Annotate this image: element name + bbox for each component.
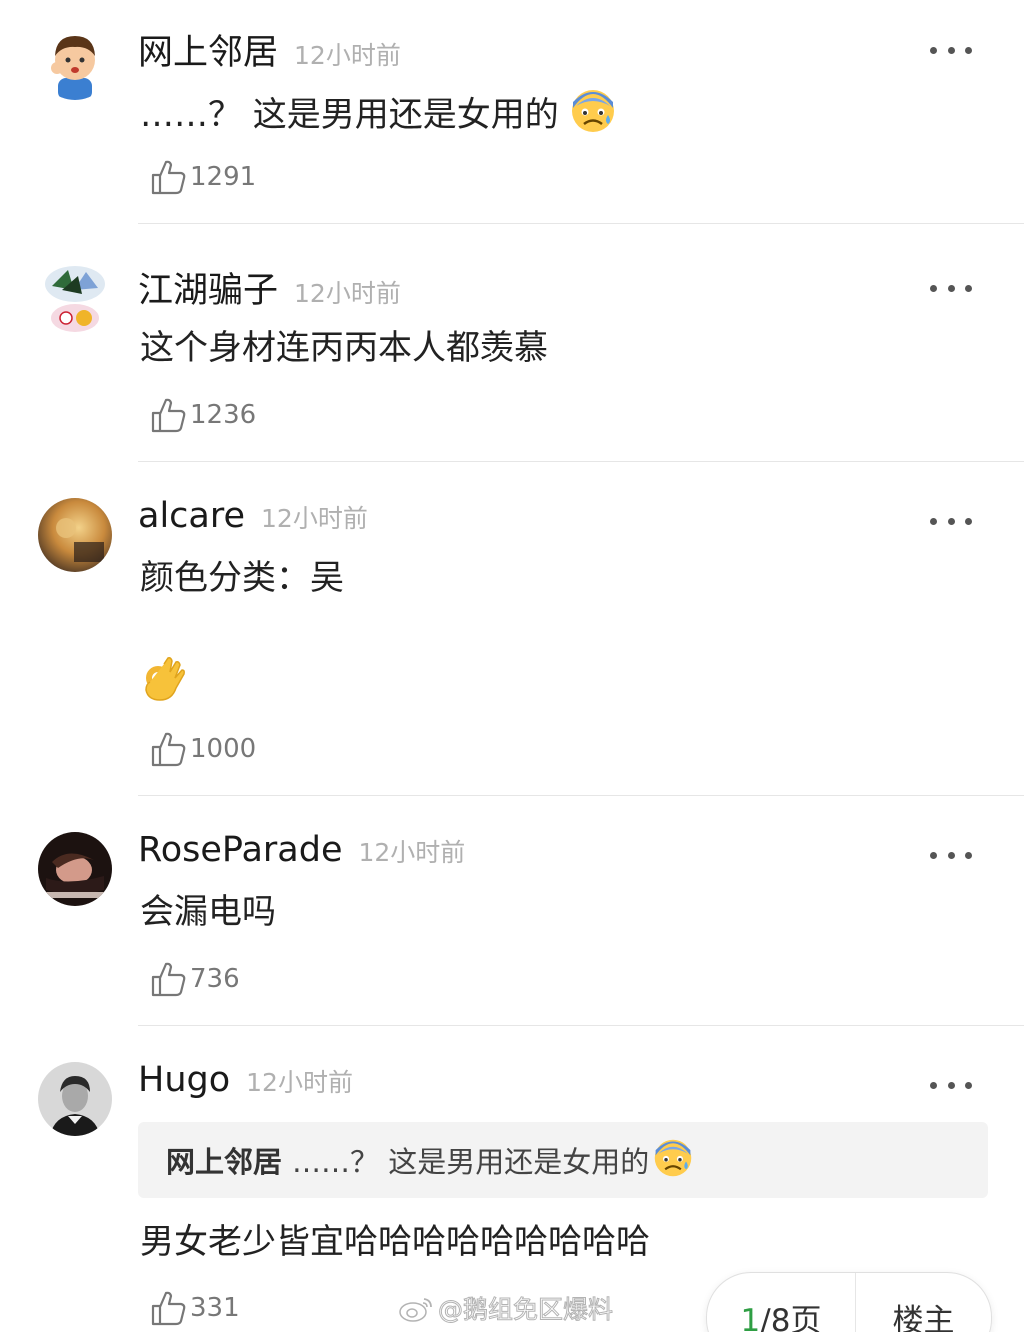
thumbs-up-icon bbox=[151, 732, 186, 767]
sticker-collage-avatar-icon bbox=[38, 262, 112, 336]
like-button[interactable]: 736 bbox=[150, 959, 240, 999]
username[interactable]: Hugo bbox=[138, 1060, 230, 1100]
ok-hand-emoji-icon bbox=[142, 656, 186, 715]
photo-avatar-icon bbox=[38, 498, 112, 572]
like-button[interactable]: 1000 bbox=[150, 729, 256, 769]
comment-text: ……？ 这是男用还是女用的 bbox=[140, 88, 616, 145]
more-options-icon[interactable] bbox=[930, 511, 972, 531]
total-pages: /8页 bbox=[760, 1303, 822, 1332]
portrait-photo-avatar-icon bbox=[38, 1062, 112, 1136]
divider bbox=[138, 461, 1024, 462]
page-pager: 1/8页 楼主 bbox=[706, 1272, 992, 1332]
more-options-icon[interactable] bbox=[930, 278, 972, 298]
comment-header: alcare 12小时前 bbox=[138, 496, 368, 544]
quoted-username[interactable]: 网上邻居 bbox=[166, 1139, 282, 1181]
comment-list-page: 网上邻居 12小时前 ……？ 这是男用还是女用的 1291 江湖骗子 12小时前… bbox=[0, 0, 1024, 1332]
like-count: 1291 bbox=[190, 162, 257, 192]
like-button[interactable]: 331 bbox=[150, 1288, 240, 1328]
like-button[interactable]: 1291 bbox=[150, 157, 256, 197]
thumbs-up-icon bbox=[151, 398, 186, 433]
like-button[interactable]: 1236 bbox=[150, 395, 256, 435]
thumbs-up-icon bbox=[151, 962, 186, 997]
username[interactable]: 网上邻居 bbox=[138, 24, 278, 75]
watermark: @鹅组免区爆料 bbox=[398, 1290, 614, 1326]
timestamp: 12小时前 bbox=[294, 41, 401, 70]
anxious-sweat-face-emoji-icon bbox=[570, 88, 616, 145]
like-count: 736 bbox=[190, 964, 240, 994]
anxious-sweat-face-emoji-icon bbox=[653, 1138, 693, 1182]
timestamp: 12小时前 bbox=[246, 1068, 353, 1097]
username[interactable]: alcare bbox=[138, 496, 245, 536]
like-count: 1236 bbox=[190, 400, 257, 430]
comment-text: 这个身材连丙丙本人都羡慕 bbox=[140, 328, 548, 368]
more-options-icon[interactable] bbox=[930, 845, 972, 865]
comment-text-content: ……？ 这是男用还是女用的 bbox=[140, 95, 559, 135]
watermark-text: @鹅组免区爆料 bbox=[437, 1295, 614, 1325]
like-count: 331 bbox=[190, 1293, 240, 1323]
avatar[interactable] bbox=[38, 1062, 112, 1136]
op-filter-button[interactable]: 楼主 bbox=[856, 1273, 991, 1332]
comment-text: 会漏电吗 bbox=[140, 892, 276, 932]
current-page: 1 bbox=[740, 1303, 761, 1332]
more-options-icon[interactable] bbox=[930, 40, 972, 60]
username[interactable]: RoseParade bbox=[138, 830, 343, 870]
weibo-logo-icon bbox=[399, 1298, 432, 1322]
avatar[interactable] bbox=[38, 26, 112, 100]
timestamp: 12小时前 bbox=[358, 838, 466, 867]
divider bbox=[138, 223, 1024, 224]
cartoon-boy-avatar-icon bbox=[38, 26, 112, 100]
like-count: 1000 bbox=[190, 734, 257, 764]
page-indicator[interactable]: 1/8页 bbox=[707, 1273, 855, 1332]
thumbs-up-icon bbox=[151, 1291, 186, 1326]
comment-header: 网上邻居 12小时前 bbox=[138, 24, 401, 75]
timestamp: 12小时前 bbox=[261, 504, 368, 533]
comment-header: 江湖骗子 12小时前 bbox=[138, 262, 401, 313]
divider bbox=[138, 1025, 1024, 1026]
avatar[interactable] bbox=[38, 832, 112, 906]
quoted-comment[interactable]: 网上邻居 ……？ 这是男用还是女用的 bbox=[138, 1122, 988, 1198]
more-options-icon[interactable] bbox=[930, 1075, 972, 1095]
comment-header: Hugo 12小时前 bbox=[138, 1060, 353, 1108]
divider bbox=[138, 795, 1024, 796]
timestamp: 12小时前 bbox=[294, 279, 401, 308]
photo-avatar-icon bbox=[38, 832, 112, 906]
comment-text: 男女老少皆宜哈哈哈哈哈哈哈哈哈 bbox=[140, 1222, 650, 1262]
comment-text: 颜色分类：吴 bbox=[140, 558, 344, 598]
avatar[interactable] bbox=[38, 498, 112, 572]
avatar[interactable] bbox=[38, 262, 112, 336]
thumbs-up-icon bbox=[151, 160, 186, 195]
comment-header: RoseParade 12小时前 bbox=[138, 830, 465, 878]
quoted-text: ……？ 这是男用还是女用的 bbox=[292, 1145, 650, 1179]
username[interactable]: 江湖骗子 bbox=[138, 262, 278, 313]
